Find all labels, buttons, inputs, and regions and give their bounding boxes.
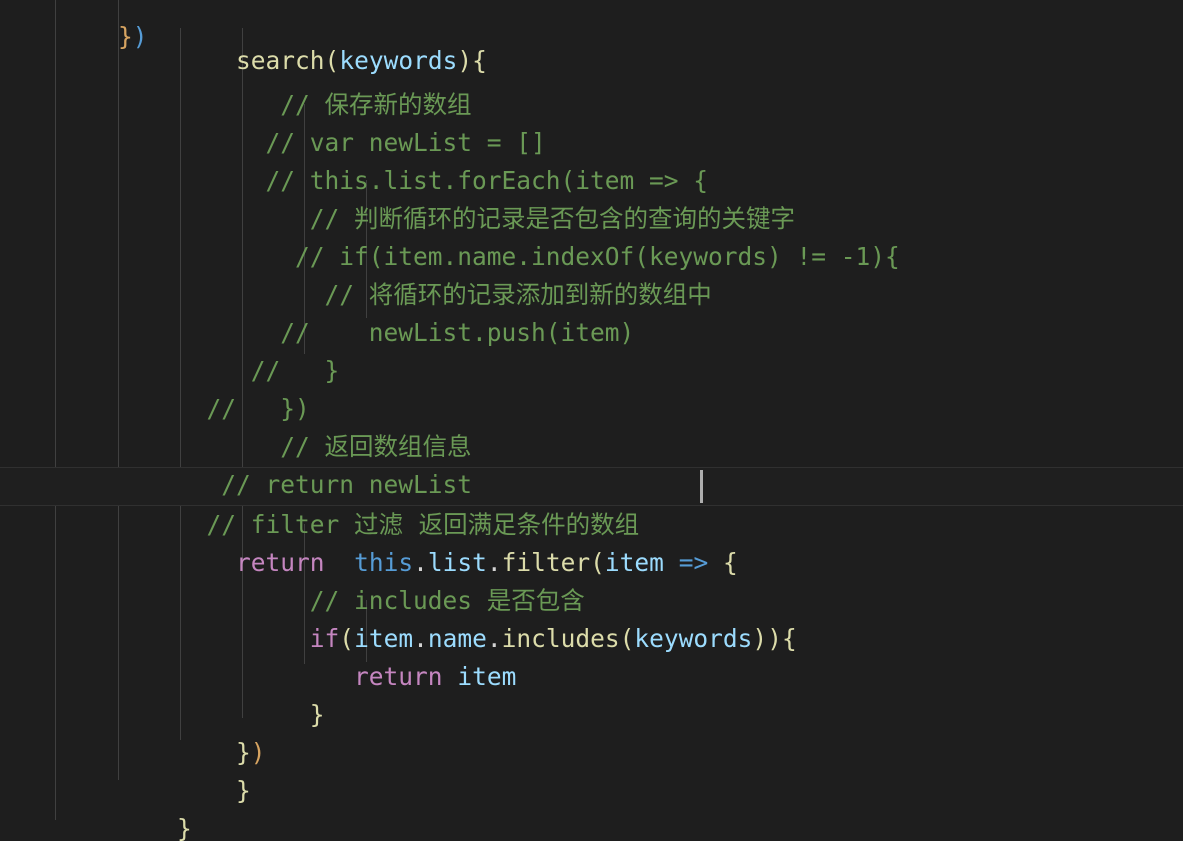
code-editor[interactable]: }) search(keywords){ // 保存新的数组 // var ne… [0, 0, 1183, 841]
code-line[interactable]: // 返回数组信息 [0, 390, 1183, 461]
code-line[interactable]: // }) [0, 352, 1183, 423]
code-line[interactable]: // 保存新的数组 [0, 48, 1183, 119]
code-line[interactable]: return this.list.filter(item => { [0, 506, 1183, 577]
code-line[interactable]: // includes 是否包含 [0, 544, 1183, 615]
code-line[interactable]: // } [0, 314, 1183, 385]
code-line[interactable]: // 将循环的记录添加到新的数组中 [0, 238, 1183, 309]
code-line[interactable]: } [0, 734, 1183, 805]
code-line[interactable]: }) [0, 696, 1183, 767]
code-line[interactable]: // var newList = [] [0, 86, 1183, 157]
code-line[interactable]: // 判断循环的记录是否包含的查询的关键字 [0, 162, 1183, 233]
code-line[interactable]: } [0, 658, 1183, 729]
code-line[interactable]: // newList.push(item) [0, 276, 1183, 347]
code-line[interactable]: // this.list.forEach(item => { [0, 124, 1183, 195]
code-line-current[interactable]: // filter 过滤 返回满足条件的数组 [0, 468, 1183, 539]
code-line[interactable]: } [0, 772, 1183, 841]
code-line[interactable]: search(keywords){ [0, 4, 1183, 75]
code-line[interactable]: // return newList [0, 428, 1183, 499]
code-line[interactable]: if(item.name.includes(keywords)){ [0, 582, 1183, 653]
text-caret [700, 470, 703, 503]
code-line[interactable]: // if(item.name.indexOf(keywords) != -1)… [0, 200, 1183, 271]
code-line[interactable]: return item [0, 620, 1183, 691]
code-line[interactable]: }) [0, 810, 1183, 841]
